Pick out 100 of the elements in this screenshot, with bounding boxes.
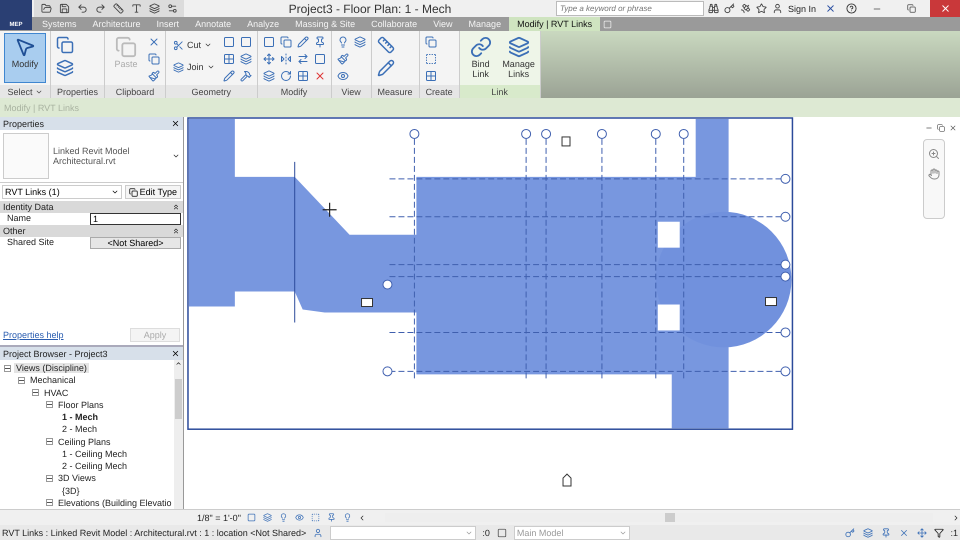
tree-item[interactable]: 2 - Mech [60,424,100,434]
tree-item[interactable]: 2 - Ceiling Mech [60,461,130,472]
panel-label[interactable]: Select [0,85,50,98]
pencil-icon[interactable] [222,69,236,83]
tree-item[interactable]: 1 - Mech [60,412,100,422]
binoculars-icon[interactable] [708,2,720,14]
folder-icon[interactable] [40,2,52,14]
view-scale[interactable]: 1/8" = 1'-0" [183,512,241,522]
sign-in-link[interactable]: Sign In [788,4,816,14]
type-name[interactable]: Linked Revit Model Architectural.rvt [53,146,168,166]
help-icon[interactable] [844,2,858,16]
ribbon-button[interactable]: Cut [170,37,218,53]
property-button[interactable]: <Not Shared> [90,237,181,249]
group-header[interactable]: Identity Data [0,201,183,213]
scrollbar-thumb[interactable] [174,379,182,419]
ribbon-button[interactable]: Manage Links [502,33,536,83]
links-stack-icon [508,36,530,58]
satellite-icon[interactable] [740,2,752,14]
key-icon[interactable] [724,2,736,14]
tree-item[interactable]: 3D Views [56,473,98,484]
collapse-icon [172,203,180,211]
scrollbar-thumb[interactable] [664,513,675,522]
close-icon[interactable] [948,123,957,132]
redo-icon[interactable] [94,2,106,14]
mirror-icon[interactable] [278,52,293,66]
panel-label: View [332,85,371,98]
crop-icon[interactable] [310,512,321,523]
caret-icon [172,152,180,160]
properties-help-link[interactable]: Properties help [3,330,64,340]
rotate-icon[interactable] [278,69,293,83]
paintbrush-icon[interactable] [336,52,350,66]
elevation-marker-icon [562,473,572,487]
copy-icon[interactable] [278,35,293,49]
search-field[interactable]: Type a keyword or phrase [556,1,704,16]
workset-count: :0 [482,528,490,538]
collapse-icon [172,227,180,235]
filter-count: :1 [950,528,958,538]
close-icon[interactable] [171,119,180,128]
hammer-icon[interactable] [238,69,253,83]
tree-item[interactable]: Ceiling Plans [56,436,113,447]
scroll-right-icon [952,514,960,522]
scrollbar[interactable] [174,360,183,509]
zoom-icon [928,148,940,160]
edit-type-button[interactable]: Edit Type [124,185,181,199]
tree-item[interactable]: HVAC [42,388,70,398]
panel-label: Modify [258,85,331,98]
group-title: Other [3,226,26,236]
tree-item[interactable]: Mechanical [28,375,78,386]
tree-item[interactable]: Elevations (Building Elevatio [56,498,174,508]
cursor-icon [14,36,36,58]
text-icon[interactable] [130,2,142,14]
ribbon-button[interactable]: Join [170,59,218,75]
ribbon-button[interactable]: Bind Link [464,33,498,83]
layers-icon[interactable] [148,2,160,14]
settings-icon[interactable] [166,2,178,14]
workset-field[interactable] [330,526,476,540]
scroll-up-icon [174,360,182,367]
eye-icon[interactable] [336,69,350,83]
paintbrush-icon[interactable] [147,69,162,83]
tree-item[interactable]: {3D} [60,486,82,496]
panel-label: Measure [372,85,419,98]
restore-icon[interactable] [936,123,945,132]
ribbon-tab[interactable]: Modify | RVT Links [509,17,600,31]
collapse-toggle[interactable] [46,499,53,506]
collapse-toggle[interactable] [32,389,39,396]
restore-icon [906,4,916,13]
collapse-toggle[interactable] [46,401,53,408]
tree-item[interactable]: Floor Plans [56,400,106,410]
property-name: Shared Site [6,237,56,249]
collapse-toggle[interactable] [46,438,53,446]
type-preview [3,133,49,179]
move-icon[interactable] [262,52,276,66]
collapse-toggle[interactable] [4,364,11,372]
close-button[interactable] [930,0,960,17]
copy-icon[interactable] [147,52,162,66]
caret-icon [204,41,212,49]
panel-title: Project Browser - Project3 [3,348,108,358]
layers-icon[interactable] [238,52,253,66]
close-icon[interactable] [171,349,180,358]
group-header[interactable]: Other [0,225,183,237]
grid-icon[interactable] [222,52,236,66]
ribbon-button[interactable]: Modify [4,33,46,83]
undo-icon[interactable] [76,2,88,14]
tree-item[interactable]: 1 - Ceiling Mech [60,448,130,459]
collapse-toggle[interactable] [18,376,25,384]
measure-icon[interactable] [112,2,124,14]
user-icon[interactable] [772,2,784,14]
collapse-toggle[interactable] [46,474,53,482]
property-field[interactable]: 1 [90,213,181,225]
star-icon[interactable] [756,2,768,14]
save-icon[interactable] [58,2,70,14]
panel-title: Properties [3,118,44,128]
caret-icon [110,188,119,196]
caret-icon [206,63,215,71]
group-title: Identity Data [3,202,54,212]
tree-item[interactable]: Views (Discipline) [14,363,89,374]
panel-label: Clipboard [105,85,166,98]
window-title: Project3 - Floor Plan: 1 - Mech [288,2,452,16]
instance-selector[interactable]: RVT Links (1) [2,185,122,199]
move-cursor-icon [322,202,338,218]
